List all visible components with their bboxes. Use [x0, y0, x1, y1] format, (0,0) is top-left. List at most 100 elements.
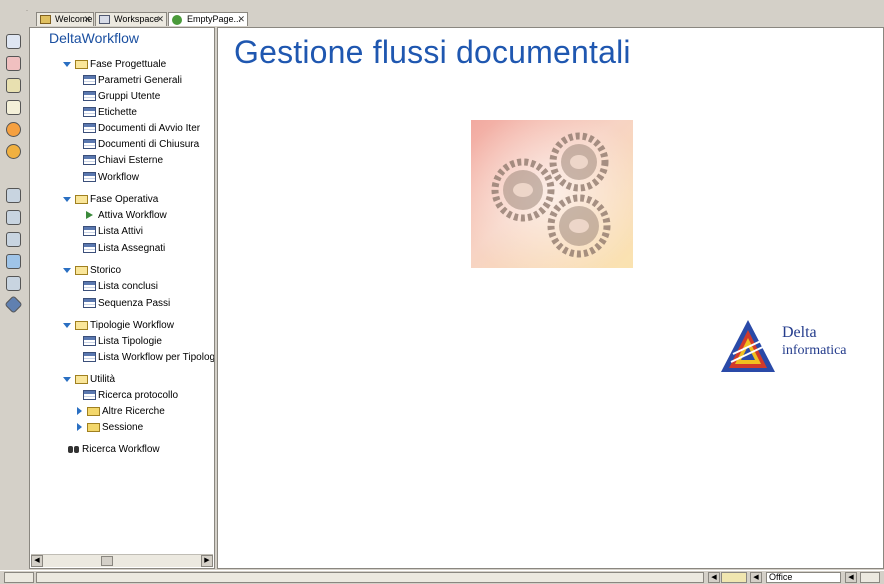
tree-node-label: Workflow — [98, 172, 139, 183]
collapse-arrow-icon[interactable] — [77, 423, 82, 432]
tree-folder-altre-ricerche[interactable]: Altre Ricerche — [75, 404, 165, 419]
tree-item-ricerca-protocollo[interactable]: Ricerca protocollo — [83, 388, 178, 403]
inbox-icon[interactable] — [6, 210, 21, 225]
tree-folder-utilita[interactable]: Utilità — [63, 372, 115, 387]
tree-folder-fase-operativa[interactable]: Fase Operativa — [63, 192, 158, 207]
envelope-icon[interactable] — [6, 34, 21, 49]
tree-node-label: Documenti di Chiusura — [98, 139, 200, 150]
navigation-tree: DeltaWorkflow Fase Progettuale Parametri… — [29, 27, 215, 569]
scroll-left-icon[interactable]: ◀ — [708, 572, 720, 583]
table-icon — [83, 243, 96, 254]
clipboard-icon[interactable] — [6, 100, 21, 115]
tab-welcome[interactable]: Welcome ✕ — [36, 12, 94, 26]
folder-icon — [87, 422, 100, 432]
tab-emptypage[interactable]: EmptyPage... ✕ — [168, 12, 248, 26]
tree-node-label: Gruppi Utente — [98, 91, 161, 102]
chart-icon[interactable] — [6, 144, 21, 159]
notes-icon[interactable] — [6, 78, 21, 93]
table-icon — [83, 75, 96, 86]
navigate-icon[interactable] — [4, 295, 23, 314]
folder-open-icon — [75, 320, 88, 330]
scroll-left-icon[interactable]: ◀ — [750, 572, 762, 583]
tree-item-documenti-chiusura[interactable]: Documenti di Chiusura — [83, 137, 199, 152]
tree-folder-fase-progettuale[interactable]: Fase Progettuale — [63, 57, 166, 72]
tree-node-label: Fase Operativa — [90, 194, 159, 205]
gears-image — [471, 120, 633, 268]
table-icon — [83, 390, 96, 401]
delta-informatica-logo: Delta informatica — [719, 318, 874, 374]
logo-text-delta: Delta — [782, 324, 817, 341]
tree-item-attiva-workflow[interactable]: Attiva Workflow — [83, 208, 167, 223]
tree-item-etichette[interactable]: Etichette — [83, 105, 137, 120]
close-icon[interactable]: ✕ — [156, 13, 164, 26]
tree-node-label: Tipologie Workflow — [90, 320, 174, 331]
folder-open-icon — [75, 265, 88, 275]
tree-item-lista-workflow-tipologia[interactable]: Lista Workflow per Tipologia — [83, 350, 214, 365]
tree-horizontal-scrollbar[interactable]: ◀ ▶ — [31, 554, 213, 567]
expand-arrow-icon[interactable] — [63, 61, 71, 67]
tree-node-label: Sequenza Passi — [98, 298, 171, 309]
scroll-left-icon[interactable]: ◀ — [845, 572, 857, 583]
tree-item-workflow[interactable]: Workflow — [83, 170, 139, 185]
page-icon — [172, 15, 182, 25]
tree-item-gruppi-utente[interactable]: Gruppi Utente — [83, 89, 160, 104]
tree-item-lista-conclusi[interactable]: Lista conclusi — [83, 279, 158, 294]
home-icon — [40, 15, 51, 24]
tab-label: Workspace — [114, 14, 159, 24]
storage-icon[interactable] — [6, 276, 21, 291]
tree-node-label: Utilità — [90, 374, 116, 385]
expand-arrow-icon[interactable] — [63, 196, 71, 202]
tree-item-lista-tipologie[interactable]: Lista Tipologie — [83, 334, 162, 349]
close-icon[interactable]: ✕ — [83, 13, 91, 26]
tab-label: EmptyPage... — [187, 14, 242, 24]
table-icon — [83, 107, 96, 118]
expand-arrow-icon[interactable] — [63, 322, 71, 328]
status-panel-left — [4, 572, 34, 583]
tree-folder-sessione[interactable]: Sessione — [75, 420, 143, 435]
tree-node-label: Documenti di Avvio Iter — [98, 123, 201, 134]
scroll-thumb[interactable] — [101, 556, 113, 566]
table-icon — [83, 352, 96, 363]
status-bar: ◀ ◀ Office ◀ — [0, 570, 884, 584]
table-icon — [83, 139, 96, 150]
tree-item-chiavi-esterne[interactable]: Chiavi Esterne — [83, 153, 163, 168]
archive-icon[interactable] — [6, 188, 21, 203]
tree-node-label: Storico — [90, 265, 122, 276]
transfer-icon[interactable] — [6, 254, 21, 269]
tree-node-label: Ricerca Workflow — [82, 444, 160, 455]
tree-item-lista-attivi[interactable]: Lista Attivi — [83, 224, 143, 239]
tree-node-label: Lista Tipologie — [98, 336, 162, 347]
scroll-right-icon[interactable]: ▶ — [201, 555, 213, 567]
page-title: Gestione flussi documentali — [234, 34, 631, 70]
tree-node-label: Lista Assegnati — [98, 243, 166, 254]
tab-strip: Welcome ✕ Workspace ✕ EmptyPage... ✕ — [28, 10, 884, 27]
tree-item-lista-assegnati[interactable]: Lista Assegnati — [83, 241, 165, 256]
folder-icon — [87, 406, 100, 416]
tree-folder-tipologie-workflow[interactable]: Tipologie Workflow — [63, 318, 174, 333]
tree-node-label: Etichette — [98, 107, 137, 118]
tree-node-label: Altre Ricerche — [102, 406, 165, 417]
expand-arrow-icon[interactable] — [63, 267, 71, 273]
folder-open-icon — [75, 374, 88, 384]
status-panel-main — [36, 572, 704, 583]
tree-item-ricerca-workflow[interactable]: Ricerca Workflow — [67, 442, 160, 457]
tab-workspace[interactable]: Workspace ✕ — [95, 12, 167, 26]
window-icon[interactable] — [860, 572, 880, 583]
tree-folder-storico[interactable]: Storico — [63, 263, 121, 278]
tree-item-sequenza-passi[interactable]: Sequenza Passi — [83, 296, 170, 311]
folder-open-icon — [75, 59, 88, 69]
table-icon — [83, 298, 96, 309]
scroll-left-icon[interactable]: ◀ — [31, 555, 43, 567]
globe-icon[interactable] — [6, 122, 21, 137]
key-icon[interactable] — [721, 572, 747, 583]
tree-item-documenti-avvio[interactable]: Documenti di Avvio Iter — [83, 121, 200, 136]
expand-arrow-icon[interactable] — [63, 376, 71, 382]
theme-selector[interactable]: Office — [766, 572, 841, 583]
collapse-arrow-icon[interactable] — [77, 407, 82, 416]
database-icon[interactable] — [6, 232, 21, 247]
close-icon[interactable]: ✕ — [237, 13, 245, 26]
tree-item-parametri-generali[interactable]: Parametri Generali — [83, 73, 182, 88]
table-icon — [83, 172, 96, 183]
tree-title: DeltaWorkflow — [49, 30, 139, 46]
calendar-icon[interactable] — [6, 56, 21, 71]
